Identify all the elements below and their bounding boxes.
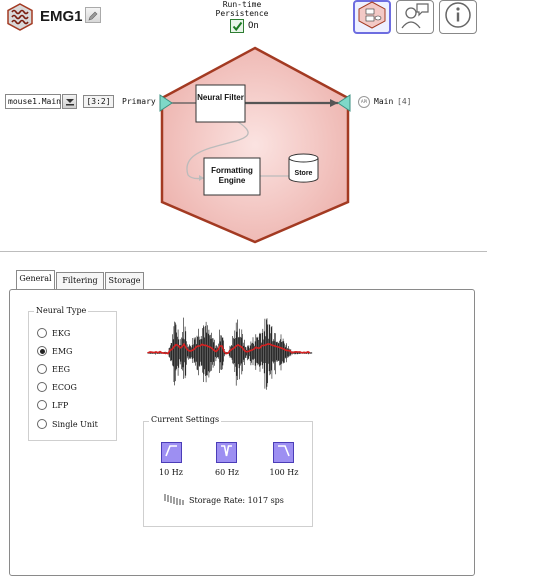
lowpass-filter-icon bbox=[276, 443, 291, 462]
radio-label: LFP bbox=[52, 400, 69, 410]
tab-general[interactable]: General bbox=[16, 270, 55, 289]
user-comment-icon bbox=[400, 1, 430, 33]
input-port-label: Primary bbox=[122, 97, 156, 106]
radio-option-eeg[interactable]: EEG bbox=[37, 363, 70, 375]
persistence-checkbox[interactable] bbox=[230, 19, 244, 33]
highpass-filter-button[interactable] bbox=[161, 442, 182, 463]
radio-button[interactable] bbox=[37, 382, 47, 392]
tab-filtering[interactable]: Filtering bbox=[56, 272, 104, 289]
radio-label: ECOG bbox=[52, 382, 77, 392]
module-overview-icon bbox=[357, 1, 387, 33]
chevron-down-icon bbox=[65, 92, 75, 111]
radio-option-ecog[interactable]: ECOG bbox=[37, 381, 77, 393]
notch-filter-icon bbox=[219, 443, 234, 462]
radio-label: Single Unit bbox=[52, 419, 98, 429]
radio-button[interactable] bbox=[37, 328, 47, 338]
tab-storage[interactable]: Storage bbox=[105, 272, 144, 289]
input-source-select[interactable]: mouse1.Main bbox=[5, 94, 61, 109]
radio-label: EKG bbox=[52, 328, 71, 338]
notch-filter-button[interactable] bbox=[216, 442, 237, 463]
store-label[interactable]: Store bbox=[289, 170, 318, 177]
highpass-filter-icon bbox=[164, 443, 179, 462]
highpass-frequency-label: 10 Hz bbox=[159, 468, 183, 477]
lowpass-filter-button[interactable] bbox=[273, 442, 294, 463]
section-divider bbox=[0, 251, 487, 252]
radio-button[interactable] bbox=[37, 364, 47, 374]
app-logo bbox=[6, 3, 34, 31]
module-hexagon bbox=[160, 46, 350, 244]
output-count: [4] bbox=[397, 97, 412, 106]
radio-selected-dot bbox=[39, 348, 45, 354]
pencil-icon bbox=[88, 6, 98, 25]
neural-type-title: Neural Type bbox=[34, 306, 89, 315]
notch-frequency-label: 60 Hz bbox=[215, 468, 239, 477]
radio-option-single-unit[interactable]: Single Unit bbox=[37, 418, 98, 430]
radio-button[interactable] bbox=[37, 419, 47, 429]
emg-waveform-illustration bbox=[147, 317, 313, 390]
store-node bbox=[288, 153, 319, 183]
channel-range-badge[interactable]: [3:2] bbox=[83, 95, 114, 108]
overview-button[interactable] bbox=[353, 0, 391, 34]
neural-filter-node bbox=[195, 84, 246, 123]
radio-button[interactable] bbox=[37, 400, 47, 410]
neural-filter-label[interactable]: Neural Filter bbox=[196, 93, 245, 103]
node-title: EMG1 bbox=[40, 8, 83, 25]
sample-rate-icon bbox=[163, 491, 187, 505]
storage-rate-text: Storage Rate: 1017 sps bbox=[189, 496, 284, 505]
formatting-engine-label[interactable]: Formatting Engine bbox=[204, 166, 260, 186]
radio-option-ekg[interactable]: EKG bbox=[37, 327, 70, 339]
radio-option-emg[interactable]: EMG bbox=[37, 345, 72, 357]
input-source-dropdown-button[interactable] bbox=[62, 94, 77, 109]
module-diagram bbox=[159, 46, 351, 244]
radio-button-selected[interactable] bbox=[37, 346, 47, 356]
radio-label: EMG bbox=[52, 346, 73, 356]
persistence-label: Run-time Persistence bbox=[215, 0, 269, 18]
info-button[interactable] bbox=[439, 0, 477, 34]
current-settings-title: Current Settings bbox=[149, 415, 222, 424]
output-port-label: Main bbox=[374, 97, 394, 106]
user-comments-button[interactable] bbox=[396, 0, 434, 34]
api-badge: API bbox=[358, 96, 370, 108]
checkmark-icon bbox=[232, 17, 243, 36]
radio-option-lfp[interactable]: LFP bbox=[37, 399, 68, 411]
radio-label: EEG bbox=[52, 364, 71, 374]
info-icon bbox=[444, 1, 472, 33]
lowpass-frequency-label: 100 Hz bbox=[269, 468, 299, 477]
persistence-state: On bbox=[248, 21, 259, 31]
edit-name-button[interactable] bbox=[85, 7, 101, 23]
